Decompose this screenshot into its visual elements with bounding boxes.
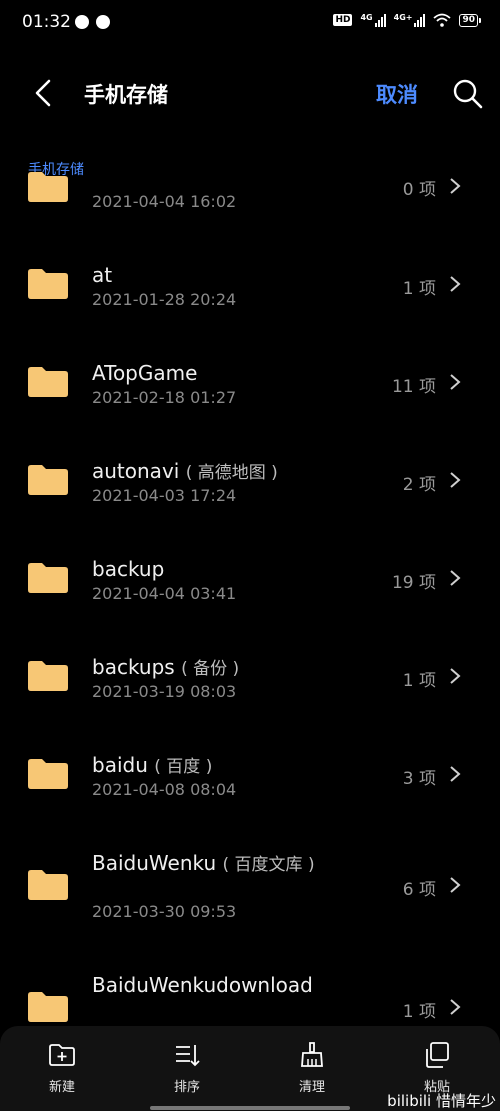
clean-label: 清理	[298, 1080, 325, 1095]
broom-icon	[301, 1042, 323, 1067]
signal-icon: 4G	[360, 13, 386, 27]
battery-icon: 90	[459, 13, 481, 27]
folder-date: 2021-02-18 01:27	[92, 388, 237, 407]
paste-button[interactable]: 粘贴	[397, 1040, 477, 1095]
list-item[interactable]: at 2021-01-28 20:24 1 项	[0, 258, 500, 318]
chevron-right-icon	[450, 668, 461, 684]
folder-icon	[28, 367, 68, 397]
folder-count: 6 项	[402, 880, 436, 900]
folder-name: at	[92, 263, 113, 287]
paste-icon	[426, 1042, 449, 1068]
new-label: 新建	[48, 1080, 75, 1095]
page-title: 手机存储	[84, 83, 168, 107]
wifi-icon	[433, 13, 452, 27]
folder-icon	[28, 870, 68, 900]
folder-icon	[28, 661, 68, 691]
home-indicator[interactable]	[150, 1106, 350, 1110]
watermark: bilibili 惜情年少	[387, 1092, 496, 1110]
folder-icon	[28, 172, 68, 202]
chevron-right-icon	[450, 877, 461, 893]
notification-icon	[75, 15, 89, 29]
list-item[interactable]: autonavi ( 高德地图 ) 2021-04-03 17:24 2 项	[0, 454, 500, 514]
folder-date: 2021-03-19 08:03	[92, 682, 237, 701]
folder-date: 2021-03-30 09:53	[92, 902, 237, 921]
check-icon	[96, 15, 110, 29]
folder-name: autonavi ( 高德地图 )	[92, 459, 278, 483]
chevron-right-icon	[450, 766, 461, 782]
folder-count: 0 项	[402, 180, 436, 200]
folder-date: 2021-04-04 16:02	[92, 192, 237, 211]
status-time: 01:32	[22, 12, 71, 32]
folder-count: 1 项	[402, 671, 436, 691]
folder-icon	[28, 759, 68, 789]
folder-count: 1 项	[402, 1002, 436, 1022]
folder-name: ATopGame	[92, 361, 198, 385]
cancel-button[interactable]: 取消	[376, 79, 418, 109]
status-bar: 01:32 HD 4G 4G+ 90	[0, 0, 500, 46]
list-item[interactable]: BaiduWenku ( 百度文库 ) 2021-03-30 09:53 6 项	[0, 848, 500, 928]
folder-name: backups ( 备份 )	[92, 655, 240, 679]
folder-icon	[28, 992, 68, 1022]
app-header: 手机存储 取消	[0, 64, 500, 124]
folder-date: 2021-04-03 17:24	[92, 486, 237, 505]
chevron-right-icon	[450, 374, 461, 390]
sort-label: 排序	[173, 1080, 200, 1095]
folder-date: 2021-04-08 08:04	[92, 780, 237, 799]
folder-name: BaiduWenkudownload	[92, 973, 313, 997]
clean-button[interactable]: 清理	[272, 1040, 352, 1095]
folder-count: 2 项	[402, 475, 436, 495]
new-folder-icon	[49, 1044, 75, 1066]
list-item[interactable]: 2021-04-04 16:02 0 项	[0, 170, 500, 230]
list-item[interactable]: ATopGame 2021-02-18 01:27 11 项	[0, 356, 500, 416]
folder-name: backup	[92, 557, 165, 581]
folder-icon	[28, 465, 68, 495]
chevron-right-icon	[450, 570, 461, 586]
chevron-right-icon	[450, 472, 461, 488]
sort-icon	[176, 1045, 200, 1067]
folder-count: 19 项	[391, 573, 436, 593]
folder-date: 2021-04-04 03:41	[92, 584, 237, 603]
folder-count: 11 项	[391, 377, 436, 397]
list-item[interactable]: BaiduWenkudownload 1 项	[0, 970, 500, 1030]
search-icon[interactable]	[450, 76, 486, 112]
list-item[interactable]: backup 2021-04-04 03:41 19 项	[0, 552, 500, 612]
status-indicators: HD 4G 4G+ 90	[333, 13, 481, 27]
folder-count: 3 项	[402, 769, 436, 789]
new-folder-button[interactable]: 新建	[22, 1040, 102, 1095]
hd-badge: HD	[333, 14, 353, 26]
chevron-right-icon	[450, 178, 461, 194]
signal-icon-2: 4G+	[394, 13, 426, 27]
folder-date: 2021-01-28 20:24	[92, 290, 237, 309]
folder-name: baidu ( 百度 )	[92, 753, 213, 777]
file-list: 2021-04-04 16:02 0 项 at 2021-01-28 20:24…	[0, 170, 500, 1030]
list-item[interactable]: baidu ( 百度 ) 2021-04-08 08:04 3 项	[0, 748, 500, 808]
sort-button[interactable]: 排序	[147, 1040, 227, 1095]
folder-icon	[28, 563, 68, 593]
list-item[interactable]: backups ( 备份 ) 2021-03-19 08:03 1 项	[0, 650, 500, 710]
chevron-right-icon	[450, 276, 461, 292]
chevron-right-icon	[450, 999, 461, 1015]
folder-count: 1 项	[402, 279, 436, 299]
back-icon[interactable]	[28, 76, 62, 110]
folder-icon	[28, 269, 68, 299]
folder-name: BaiduWenku ( 百度文库 )	[92, 851, 315, 875]
